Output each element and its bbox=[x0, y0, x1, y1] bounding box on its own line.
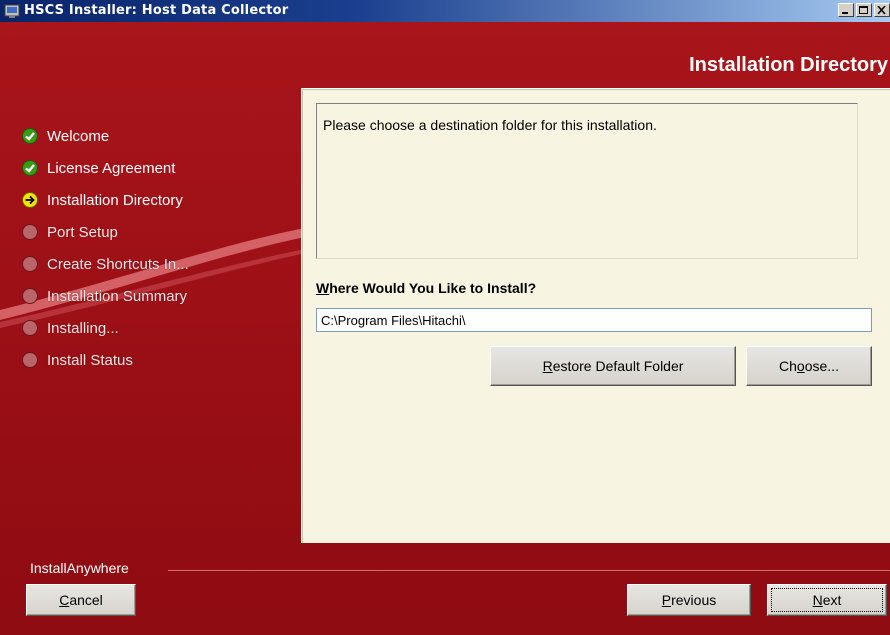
arrow-right-icon bbox=[22, 192, 38, 208]
footer-divider bbox=[168, 570, 890, 571]
step-label: Create Shortcuts In... bbox=[47, 255, 189, 273]
install-path-field[interactable] bbox=[316, 308, 872, 332]
step-label: Installation Summary bbox=[47, 287, 188, 305]
step-license-agreement: License Agreement bbox=[22, 158, 175, 178]
description-box: Please choose a destination folder for t… bbox=[316, 103, 858, 259]
restore-default-folder-button[interactable]: Restore Default Folder bbox=[490, 346, 736, 386]
step-label: Install Status bbox=[47, 351, 133, 369]
step-label: Installing... bbox=[47, 319, 119, 337]
step-installation-summary: Installation Summary bbox=[22, 286, 187, 306]
minimize-icon bbox=[842, 12, 848, 14]
close-icon bbox=[877, 6, 886, 15]
button-label: Ch bbox=[779, 358, 797, 374]
window-title-bar[interactable]: HSCS Installer: Host Data Collector bbox=[0, 0, 890, 22]
step-installation-directory: Installation Directory bbox=[22, 190, 183, 210]
next-button[interactable]: Next bbox=[767, 584, 887, 616]
install-location-label: Where Would You Like to Install? bbox=[316, 280, 536, 296]
cancel-button[interactable]: Cancel bbox=[26, 584, 136, 616]
mnemonic-letter: P bbox=[661, 592, 672, 608]
mnemonic-letter: W bbox=[316, 280, 330, 296]
step-label: Welcome bbox=[47, 127, 110, 145]
button-label: ancel bbox=[69, 592, 103, 608]
step-port-setup: Port Setup bbox=[22, 222, 118, 242]
installanywhere-brand: InstallAnywhere bbox=[30, 560, 129, 576]
step-label: License Agreement bbox=[47, 159, 176, 177]
button-label: estore Default Folder bbox=[552, 358, 684, 374]
step-create-shortcuts: Create Shortcuts In... bbox=[22, 254, 189, 274]
check-icon bbox=[22, 160, 38, 176]
minimize-button[interactable] bbox=[838, 3, 854, 17]
maximize-icon bbox=[859, 6, 868, 14]
content-panel: Please choose a destination folder for t… bbox=[301, 88, 890, 543]
step-label: Port Setup bbox=[47, 223, 118, 241]
page-title: Installation Directory bbox=[689, 54, 888, 76]
mnemonic-letter: C bbox=[59, 592, 70, 608]
pending-dot-icon bbox=[22, 352, 38, 368]
description-text: Please choose a destination folder for t… bbox=[323, 117, 657, 133]
button-label: ext bbox=[822, 592, 842, 608]
step-installing: Installing... bbox=[22, 318, 119, 338]
check-icon bbox=[22, 128, 38, 144]
installer-app-icon bbox=[4, 4, 20, 18]
pending-dot-icon bbox=[22, 256, 38, 272]
step-install-status: Install Status bbox=[22, 350, 133, 370]
maximize-button[interactable] bbox=[856, 3, 872, 17]
previous-button[interactable]: Previous bbox=[627, 584, 751, 616]
pending-dot-icon bbox=[22, 320, 38, 336]
label-text: here Would You Like to Install? bbox=[329, 280, 537, 296]
button-label: ose... bbox=[804, 358, 839, 374]
mnemonic-letter: N bbox=[812, 592, 823, 608]
installer-main-area: Installation Directory Welcome License A… bbox=[0, 22, 890, 635]
close-button[interactable] bbox=[874, 3, 890, 17]
mnemonic-letter: R bbox=[542, 358, 553, 374]
step-label: Installation Directory bbox=[47, 191, 183, 209]
mnemonic-letter: o bbox=[796, 358, 805, 374]
pending-dot-icon bbox=[22, 224, 38, 240]
pending-dot-icon bbox=[22, 288, 38, 304]
choose-folder-button[interactable]: Ch o ose... bbox=[746, 346, 872, 386]
button-label: revious bbox=[671, 592, 717, 608]
window-title: HSCS Installer: Host Data Collector bbox=[24, 3, 289, 18]
step-welcome: Welcome bbox=[22, 126, 109, 146]
